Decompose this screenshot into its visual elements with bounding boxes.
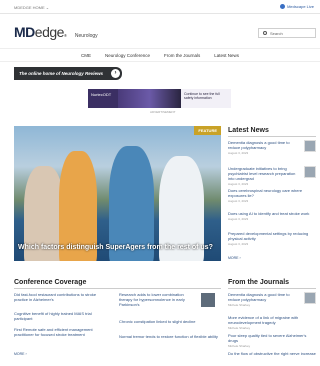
journal-item-author: Michele Sharkey bbox=[228, 326, 251, 330]
journal-item-text: Do the flow of obstructive the right ner… bbox=[228, 351, 316, 356]
search-icon bbox=[263, 31, 267, 35]
news-item[interactable]: Does using AI to identify and treat stro… bbox=[228, 211, 316, 222]
hero-title[interactable]: Which factors distinguish SuperAgers fro… bbox=[18, 244, 213, 251]
conference-item[interactable]: Research adds to lower combination thera… bbox=[119, 292, 197, 307]
mdedge-home-menu[interactable]: MDEDGE HOME ⌄ bbox=[14, 5, 49, 10]
news-item-date: August 3, 2023 bbox=[228, 182, 249, 186]
medscape-live-link[interactable]: Medscape Live bbox=[280, 4, 314, 9]
conference-item[interactable]: Chronic constipation linked to slight de… bbox=[119, 319, 219, 324]
news-item-text: Undergraduate initiatives to bring psych… bbox=[228, 166, 296, 181]
banner-text: The online home of Neurology Reviews bbox=[19, 71, 104, 76]
conference-item[interactable]: First Remote safe and efficient manageme… bbox=[14, 327, 109, 337]
divider bbox=[14, 288, 221, 289]
news-item[interactable]: Prepared developmental settings by reduc… bbox=[228, 231, 316, 247]
search-placeholder: Search bbox=[270, 30, 283, 36]
brand-logo[interactable]: MD edge ® Neurology bbox=[14, 24, 98, 44]
news-item-text: Dementia diagnosis a good time to reduce… bbox=[228, 140, 290, 150]
journal-item[interactable]: More evidence of a link of migraine with… bbox=[228, 315, 316, 331]
hero-feature[interactable]: FEATURE Which factors distinguish SuperA… bbox=[14, 126, 221, 261]
news-thumbnail bbox=[304, 140, 316, 152]
conference-more-link[interactable]: MORE › bbox=[14, 352, 27, 356]
news-item-text: Prepared developmental settings by reduc… bbox=[228, 231, 309, 241]
arrow-right-icon: › bbox=[111, 69, 120, 78]
conference-item[interactable]: Normal tremor tends to restore function … bbox=[119, 334, 219, 339]
medscape-live-label: Medscape Live bbox=[287, 4, 314, 9]
feature-badge: FEATURE bbox=[194, 126, 221, 135]
search-input[interactable]: Search bbox=[258, 28, 316, 38]
news-item-text: Does using AI to identify and treat stro… bbox=[228, 211, 310, 216]
latest-more-link[interactable]: MORE › bbox=[228, 256, 241, 260]
journal-item[interactable]: Poor sleep quality tied to severe Alzhei… bbox=[228, 333, 316, 349]
conference-thumbnail bbox=[201, 293, 215, 307]
journal-item-text: Dementia diagnosis a good time to reduce… bbox=[228, 292, 290, 302]
ad-text: Continue to see the full safety informat… bbox=[181, 89, 231, 108]
logo-md: MD bbox=[14, 24, 35, 40]
news-item-date: August 3, 2023 bbox=[228, 199, 249, 203]
ad-logo: NurtecODT bbox=[88, 89, 118, 108]
journal-thumbnail bbox=[304, 292, 316, 304]
divider bbox=[228, 136, 316, 137]
news-item-date: August 3, 2023 bbox=[228, 217, 249, 221]
medscape-icon bbox=[280, 4, 286, 9]
advertisement[interactable]: NurtecODT Continue to see the full safet… bbox=[88, 89, 231, 108]
section-name: Neurology bbox=[74, 33, 98, 39]
top-bar: MDEDGE HOME ⌄ Medscape Live bbox=[0, 0, 320, 14]
journal-item-text: Poor sleep quality tied to severe Alzhei… bbox=[228, 333, 307, 343]
news-item[interactable]: Dementia diagnosis a good time to reduce… bbox=[228, 140, 316, 156]
news-item-date: August 3, 2023 bbox=[228, 151, 249, 155]
journal-item[interactable]: Dementia diagnosis a good time to reduce… bbox=[228, 292, 316, 308]
journals-heading: From the Journals bbox=[228, 279, 290, 286]
nav-item-cme[interactable]: CME bbox=[79, 53, 93, 58]
news-thumbnail bbox=[304, 166, 316, 178]
conference-item[interactable]: Cognitive benefit of highly trained MAIS… bbox=[14, 311, 109, 321]
news-item-date: August 3, 2023 bbox=[228, 242, 249, 246]
logo-trademark: ® bbox=[63, 33, 67, 38]
nav-item-latest[interactable]: Latest News bbox=[212, 53, 241, 58]
main-nav: CME Neurology Conference From the Journa… bbox=[0, 48, 320, 62]
news-item[interactable]: Does cerebrospinal neurology care where … bbox=[228, 188, 316, 204]
nav-item-conference[interactable]: Neurology Conference bbox=[103, 53, 152, 58]
journal-item-author: Michele Sharkey bbox=[228, 344, 251, 348]
news-item[interactable]: Undergraduate initiatives to bring psych… bbox=[228, 166, 316, 187]
logo-edge: edge bbox=[34, 24, 65, 40]
latest-news-heading: Latest News bbox=[228, 127, 269, 134]
neurology-reviews-banner[interactable]: The online home of Neurology Reviews › bbox=[14, 67, 122, 80]
ad-image bbox=[118, 89, 181, 108]
ad-label: ADVERTISEMENT bbox=[150, 110, 176, 114]
conference-item[interactable]: Did fast-food restaurant contributions t… bbox=[14, 292, 109, 302]
nav-item-journals[interactable]: From the Journals bbox=[162, 53, 202, 58]
journal-item[interactable]: Do the flow of obstructive the right ner… bbox=[228, 351, 316, 356]
news-item-text: Does cerebrospinal neurology care where … bbox=[228, 188, 303, 198]
journal-item-text: More evidence of a link of migraine with… bbox=[228, 315, 299, 325]
conference-heading: Conference Coverage bbox=[14, 279, 87, 286]
journal-item-author: Michele Sharkey bbox=[228, 303, 251, 307]
divider bbox=[228, 288, 316, 289]
